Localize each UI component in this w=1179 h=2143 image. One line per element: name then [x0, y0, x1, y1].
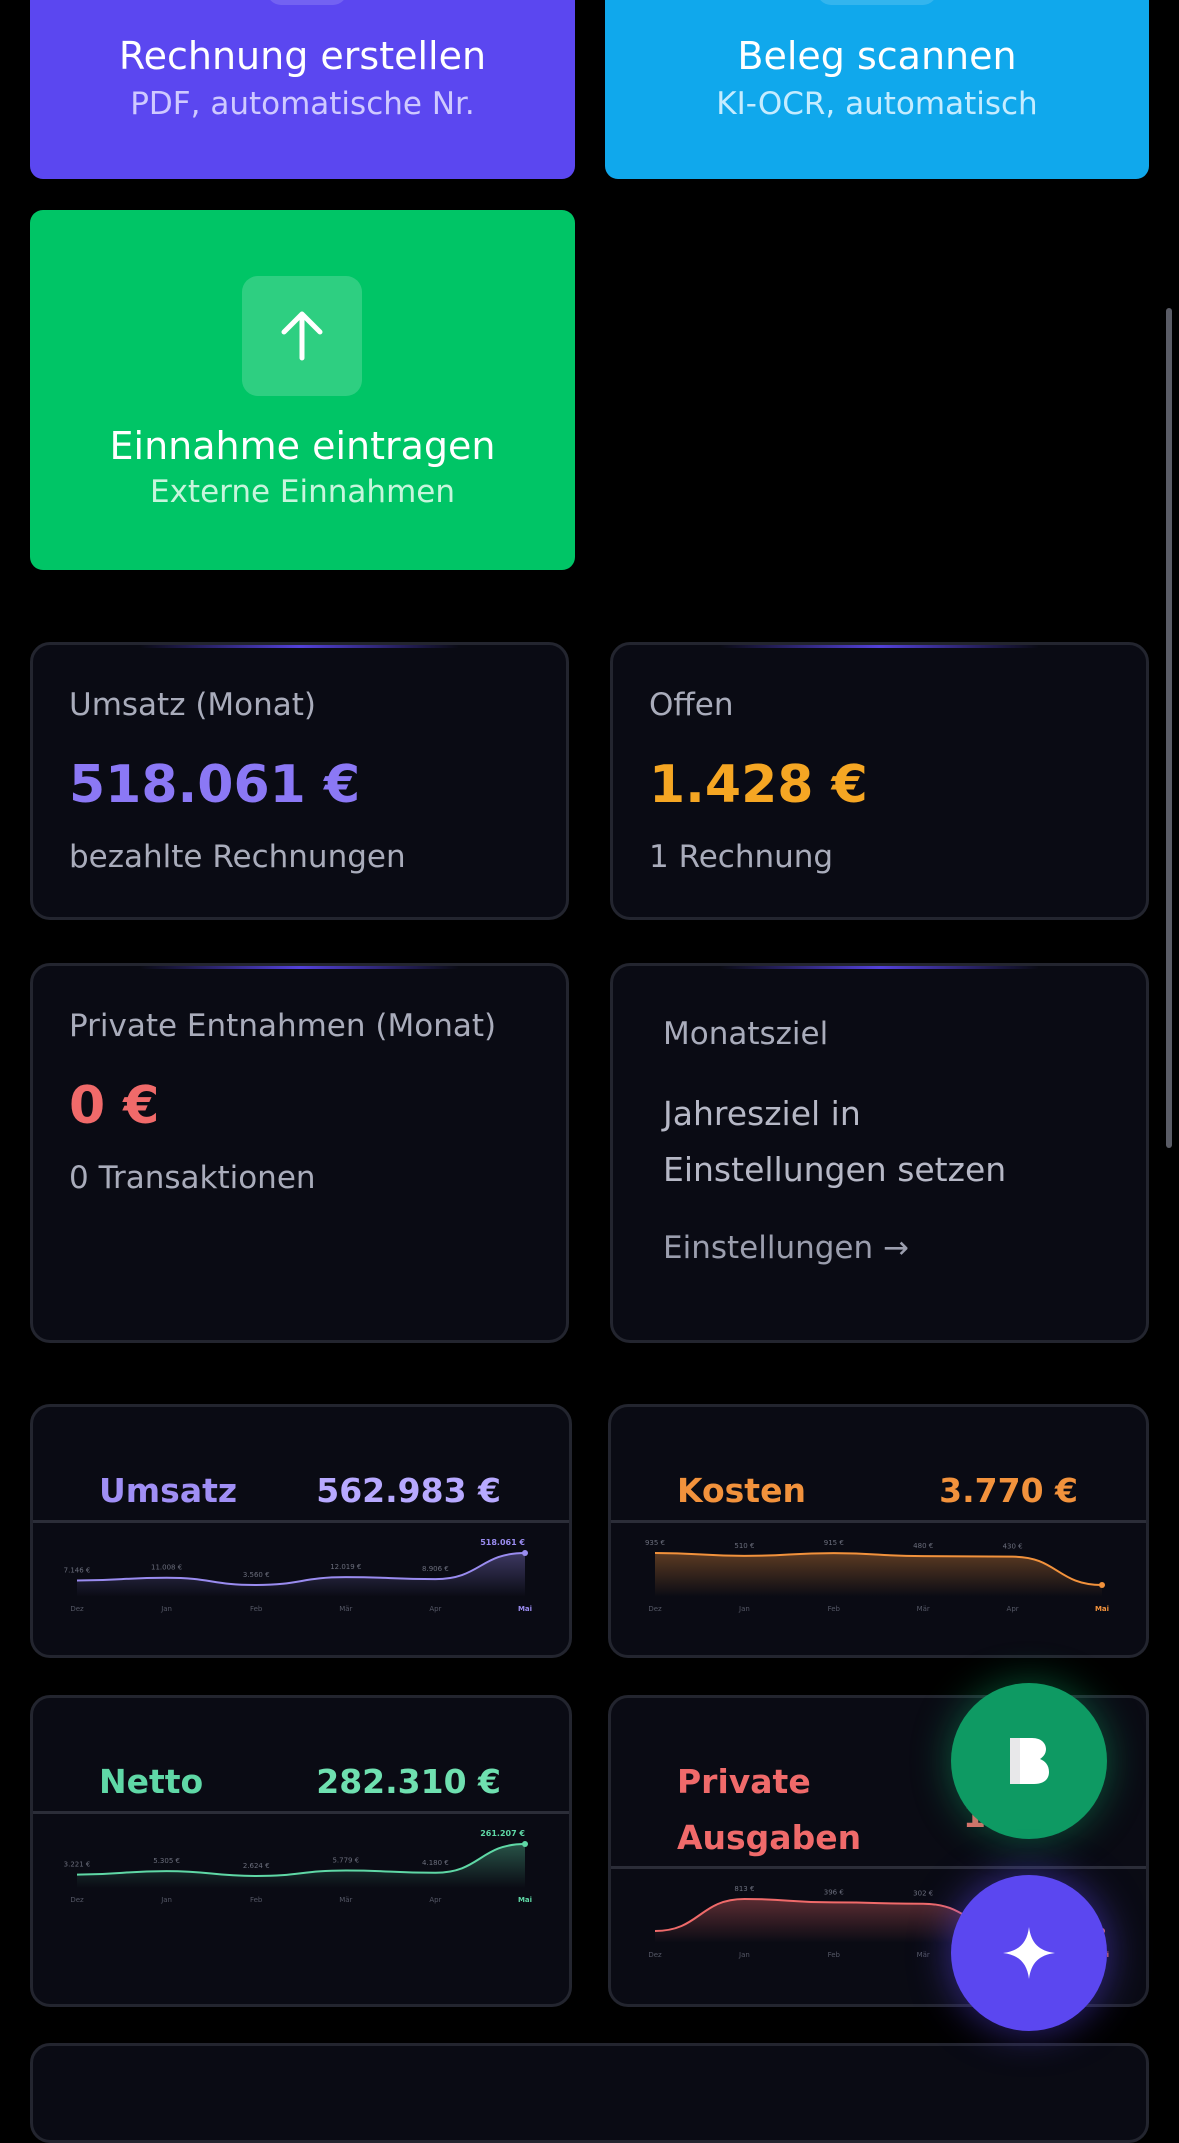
chart-area-fill	[77, 1553, 525, 1597]
chart-tick-label: Jan	[738, 1605, 750, 1613]
logo-b-icon	[1010, 1738, 1049, 1784]
revenue-month-card[interactable]: Umsatz (Monat) 518.061 € bezahlte Rechnu…	[30, 642, 569, 920]
costs-chart-card[interactable]: Kosten 3.770 € 935 € Dez 510 € Jan 915 € Feb 4…	[608, 1404, 1149, 1658]
chart-data-label: 518.061 €	[480, 1538, 525, 1547]
revenue-month-value: 518.061 €	[69, 755, 361, 815]
private-withdrawals-card[interactable]: Private Entnahmen (Monat) 0 € 0 Transakt…	[30, 963, 569, 1343]
chart-data-label: 813 €	[734, 1885, 754, 1893]
chart-data-label: 8.906 €	[422, 1565, 449, 1573]
chart-point	[522, 1841, 528, 1847]
chart-area-fill	[77, 1844, 525, 1888]
create-invoice-subtitle: PDF, automatische Nr.	[130, 86, 475, 122]
net-chart: 3.221 € Dez 5.305 € Jan 2.624 € Feb 5.779 € Mär…	[64, 1829, 532, 1904]
chart-data-label: 3.221 €	[64, 1861, 91, 1869]
open-value: 1.428 €	[649, 755, 868, 815]
scan-icon-badge	[817, 0, 937, 5]
add-income-subtitle: Externe Einnahmen	[150, 474, 455, 510]
private-withdrawals-value: 0 €	[69, 1076, 160, 1136]
chart-tick-label: Feb	[828, 1605, 841, 1613]
chart-tick-label: Feb	[828, 1951, 841, 1959]
settings-link[interactable]: Einstellungen →	[663, 1230, 909, 1266]
chart-tick-label: Feb	[250, 1605, 263, 1613]
chart-data-label: 396 €	[824, 1888, 844, 1896]
monthly-goal-card[interactable]: Monatsziel Jahresziel in Einstellungen s…	[610, 963, 1149, 1343]
chart-data-label: 3.560 €	[243, 1571, 270, 1579]
chart-tick-label: Apr	[429, 1896, 441, 1904]
chart-point	[522, 1550, 528, 1556]
chart-tick-label: Apr	[429, 1605, 441, 1613]
add-income-title: Einnahme eintragen	[109, 424, 496, 468]
chart-tick-label: Jan	[160, 1896, 172, 1904]
chart-tick-label: Jan	[160, 1605, 172, 1613]
scan-receipt-tile[interactable]: Beleg scannen KI-OCR, automatisch	[605, 0, 1149, 179]
chart-data-label: 5.779 €	[332, 1857, 359, 1865]
net-chart-card[interactable]: Netto 282.310 € 3.221 € Dez 5.305 € Jan 2.62…	[30, 1695, 572, 2007]
chart-data-label: 510 €	[734, 1542, 754, 1550]
chart-data-label: 430 €	[1003, 1543, 1023, 1551]
chart-tick-label: Feb	[250, 1896, 263, 1904]
create-invoice-tile[interactable]: Rechnung erstellen PDF, automatische Nr.	[30, 0, 575, 179]
chart-tick-label: Dez	[648, 1605, 662, 1613]
chart-tick-label: Jan	[738, 1951, 750, 1959]
open-sub: 1 Rechnung	[649, 839, 834, 875]
add-income-tile[interactable]: Einnahme eintragen Externe Einnahmen	[30, 210, 575, 570]
scan-receipt-subtitle: KI-OCR, automatisch	[716, 86, 1038, 122]
chart-data-label: 2.624 €	[243, 1862, 270, 1870]
private-expenses-title-2: Ausgaben	[677, 1818, 862, 1857]
chart-data-label: 935 €	[645, 1539, 665, 1547]
chart-data-label: 5.305 €	[153, 1857, 180, 1865]
chart-tick-label: Mär	[339, 1605, 352, 1613]
open-invoices-card[interactable]: Offen 1.428 € 1 Rechnung	[610, 642, 1149, 920]
monthly-goal-text-2: Einstellungen setzen	[663, 1150, 1007, 1189]
chart-data-label: 261.207 €	[480, 1829, 525, 1838]
create-invoice-title: Rechnung erstellen	[118, 34, 487, 78]
costs-chart-total: 3.770 €	[939, 1471, 1078, 1510]
chart-tick-label: Mär	[339, 1896, 352, 1904]
chart-tick-label: Mai	[518, 1605, 532, 1613]
private-withdrawals-sub: 0 Transaktionen	[69, 1160, 316, 1196]
chart-data-label: 11.008 €	[151, 1564, 182, 1572]
chart-data-label: 12.019 €	[330, 1563, 361, 1571]
chart-tick-label: Apr	[1007, 1605, 1019, 1613]
next-card	[30, 2043, 1149, 2143]
scrollbar[interactable]	[1166, 308, 1172, 1148]
chart-tick-label: Dez	[648, 1951, 662, 1959]
revenue-month-sub: bezahlte Rechnungen	[69, 839, 406, 875]
bookkeeping-fab[interactable]	[951, 1683, 1107, 1839]
chart-tick-label: Mai	[1095, 1605, 1109, 1613]
ai-assistant-fab[interactable]	[951, 1875, 1107, 2031]
chart-data-label: 915 €	[824, 1539, 844, 1547]
chart-data-label: 4.180 €	[422, 1859, 449, 1867]
private-withdrawals-label: Private Entnahmen (Monat)	[69, 1008, 497, 1044]
revenue-chart-card[interactable]: Umsatz 562.983 € 7.146 € Dez 11.008 € Jan 3.…	[30, 1404, 572, 1658]
revenue-chart-title: Umsatz	[99, 1471, 238, 1510]
chart-data-label: 7.146 €	[64, 1567, 91, 1575]
monthly-goal-label: Monatsziel	[663, 1016, 829, 1052]
chart-tick-label: Mai	[518, 1896, 532, 1904]
chart-tick-label: Dez	[70, 1605, 84, 1613]
arrow-up-icon	[242, 276, 362, 396]
monthly-goal-text-1: Jahresziel in	[663, 1094, 861, 1133]
sparkle-icon	[1003, 1927, 1055, 1979]
chart-tick-label: Dez	[70, 1896, 84, 1904]
private-expenses-title-1: Private	[677, 1762, 811, 1801]
costs-chart-title: Kosten	[677, 1471, 806, 1510]
chart-point	[1099, 1582, 1105, 1588]
costs-chart: 935 € Dez 510 € Jan 915 € Feb 480 € Mär 430 € Apr…	[645, 1539, 1109, 1613]
invoice-icon-badge	[267, 0, 347, 5]
net-chart-total: 282.310 €	[316, 1762, 501, 1801]
scan-receipt-title: Beleg scannen	[737, 34, 1017, 78]
chart-tick-label: Mär	[917, 1951, 930, 1959]
revenue-chart: 7.146 € Dez 11.008 € Jan 3.560 € Feb 12.019 € M…	[64, 1538, 532, 1613]
chart-tick-label: Mär	[917, 1605, 930, 1613]
revenue-chart-total: 562.983 €	[316, 1471, 501, 1510]
net-chart-title: Netto	[99, 1762, 204, 1801]
chart-data-label: 302 €	[913, 1890, 933, 1898]
revenue-month-label: Umsatz (Monat)	[69, 687, 317, 723]
open-label: Offen	[649, 687, 734, 723]
chart-data-label: 480 €	[913, 1542, 933, 1550]
